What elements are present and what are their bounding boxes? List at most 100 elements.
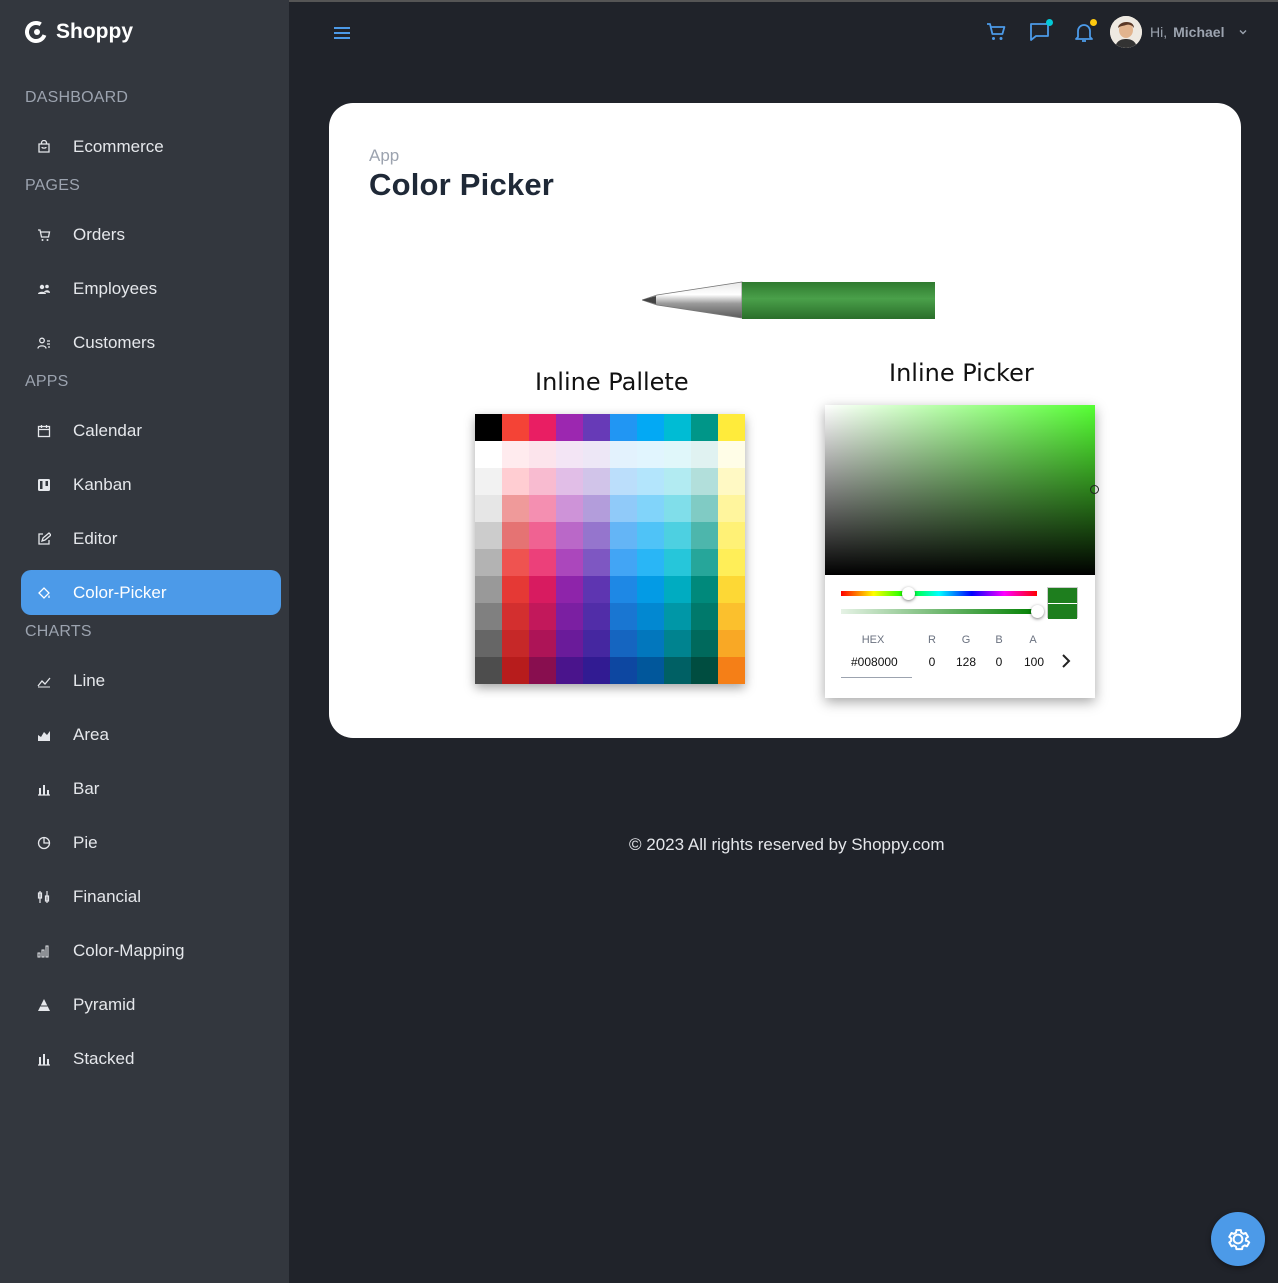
sidebar-item-line[interactable]: Line — [21, 658, 281, 703]
palette-swatch[interactable] — [556, 522, 583, 549]
opacity-slider[interactable] — [841, 605, 1044, 618]
palette-swatch[interactable] — [583, 576, 610, 603]
a-input[interactable]: 100 — [1019, 655, 1049, 669]
palette-swatch[interactable] — [502, 522, 529, 549]
inline-palette[interactable] — [475, 414, 745, 684]
palette-swatch[interactable] — [691, 468, 718, 495]
palette-swatch[interactable] — [475, 468, 502, 495]
palette-swatch[interactable] — [664, 495, 691, 522]
palette-swatch[interactable] — [583, 495, 610, 522]
palette-swatch[interactable] — [691, 549, 718, 576]
palette-swatch[interactable] — [664, 522, 691, 549]
palette-swatch[interactable] — [583, 414, 610, 441]
palette-swatch[interactable] — [718, 630, 745, 657]
palette-swatch[interactable] — [691, 522, 718, 549]
palette-swatch[interactable] — [664, 657, 691, 684]
sidebar-item-stacked[interactable]: Stacked — [21, 1036, 281, 1081]
sidebar-item-editor[interactable]: Editor — [21, 516, 281, 561]
palette-swatch[interactable] — [691, 414, 718, 441]
palette-swatch[interactable] — [664, 576, 691, 603]
palette-swatch[interactable] — [475, 603, 502, 630]
palette-swatch[interactable] — [583, 657, 610, 684]
palette-swatch[interactable] — [610, 441, 637, 468]
sidebar-item-color-picker[interactable]: Color-Picker — [21, 570, 281, 615]
opacity-slider-handle[interactable] — [1031, 605, 1044, 618]
saturation-value-area[interactable] — [825, 405, 1099, 575]
palette-swatch[interactable] — [637, 549, 664, 576]
palette-swatch[interactable] — [475, 414, 502, 441]
palette-swatch[interactable] — [718, 549, 745, 576]
palette-swatch[interactable] — [502, 603, 529, 630]
palette-swatch[interactable] — [502, 414, 529, 441]
palette-swatch[interactable] — [718, 495, 745, 522]
sidebar-item-ecommerce[interactable]: Ecommerce — [21, 124, 281, 169]
palette-swatch[interactable] — [529, 495, 556, 522]
palette-swatch[interactable] — [529, 549, 556, 576]
palette-swatch[interactable] — [529, 657, 556, 684]
palette-swatch[interactable] — [691, 495, 718, 522]
user-profile-button[interactable]: Hi, Michael — [1110, 16, 1248, 48]
palette-swatch[interactable] — [637, 414, 664, 441]
palette-swatch[interactable] — [610, 603, 637, 630]
palette-swatch[interactable] — [475, 657, 502, 684]
palette-swatch[interactable] — [718, 522, 745, 549]
b-input[interactable]: 0 — [991, 655, 1007, 669]
palette-swatch[interactable] — [664, 549, 691, 576]
palette-swatch[interactable] — [502, 630, 529, 657]
palette-swatch[interactable] — [610, 522, 637, 549]
palette-swatch[interactable] — [691, 441, 718, 468]
palette-swatch[interactable] — [637, 441, 664, 468]
palette-swatch[interactable] — [529, 441, 556, 468]
palette-swatch[interactable] — [583, 549, 610, 576]
palette-swatch[interactable] — [475, 495, 502, 522]
palette-swatch[interactable] — [556, 657, 583, 684]
cart-icon[interactable] — [984, 20, 1008, 44]
sidebar-item-bar[interactable]: Bar — [21, 766, 281, 811]
sidebar-item-kanban[interactable]: Kanban — [21, 462, 281, 507]
palette-swatch[interactable] — [691, 657, 718, 684]
palette-swatch[interactable] — [502, 441, 529, 468]
palette-swatch[interactable] — [529, 414, 556, 441]
palette-swatch[interactable] — [556, 441, 583, 468]
palette-swatch[interactable] — [556, 549, 583, 576]
palette-swatch[interactable] — [583, 630, 610, 657]
sidebar-item-customers[interactable]: Customers — [21, 320, 281, 365]
sidebar-item-financial[interactable]: Financial — [21, 874, 281, 919]
palette-swatch[interactable] — [637, 630, 664, 657]
palette-swatch[interactable] — [556, 468, 583, 495]
palette-swatch[interactable] — [610, 576, 637, 603]
palette-swatch[interactable] — [529, 522, 556, 549]
palette-swatch[interactable] — [475, 630, 502, 657]
hue-slider[interactable] — [841, 587, 1037, 600]
palette-swatch[interactable] — [637, 603, 664, 630]
palette-swatch[interactable] — [502, 549, 529, 576]
sidebar-item-area[interactable]: Area — [21, 712, 281, 757]
chevron-right-icon[interactable] — [1059, 652, 1073, 670]
menu-icon[interactable] — [333, 24, 353, 42]
g-input[interactable]: 128 — [953, 655, 979, 669]
palette-swatch[interactable] — [718, 603, 745, 630]
palette-swatch[interactable] — [691, 630, 718, 657]
sidebar-item-employees[interactable]: Employees — [21, 266, 281, 311]
palette-swatch[interactable] — [475, 522, 502, 549]
sidebar-item-pie[interactable]: Pie — [21, 820, 281, 865]
palette-swatch[interactable] — [610, 468, 637, 495]
palette-swatch[interactable] — [637, 495, 664, 522]
palette-swatch[interactable] — [475, 549, 502, 576]
palette-swatch[interactable] — [610, 495, 637, 522]
palette-swatch[interactable] — [610, 414, 637, 441]
brand-link[interactable]: Shoppy — [24, 20, 133, 44]
palette-swatch[interactable] — [583, 522, 610, 549]
palette-swatch[interactable] — [691, 603, 718, 630]
hue-slider-handle[interactable] — [901, 587, 915, 600]
palette-swatch[interactable] — [529, 630, 556, 657]
palette-swatch[interactable] — [664, 441, 691, 468]
palette-swatch[interactable] — [664, 414, 691, 441]
palette-swatch[interactable] — [556, 603, 583, 630]
sidebar-item-color-mapping[interactable]: Color-Mapping — [21, 928, 281, 973]
palette-swatch[interactable] — [637, 468, 664, 495]
palette-swatch[interactable] — [502, 576, 529, 603]
palette-swatch[interactable] — [475, 441, 502, 468]
palette-swatch[interactable] — [691, 576, 718, 603]
palette-swatch[interactable] — [583, 603, 610, 630]
